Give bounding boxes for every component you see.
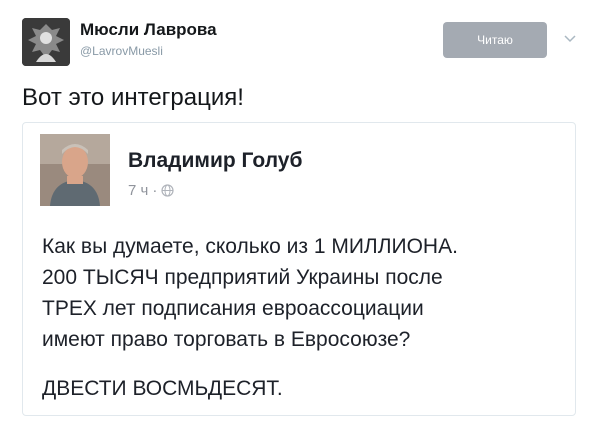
quoted-post-answer: ДВЕСТИ ВОСМЬДЕСЯТ. — [42, 377, 283, 400]
quoted-post-card[interactable]: Владимир Голуб 7 ч · Как вы думаете, ско… — [22, 122, 576, 416]
author-avatar[interactable] — [22, 18, 70, 66]
quoted-author-avatar[interactable] — [40, 134, 110, 206]
meta-separator: · — [152, 182, 158, 199]
author-handle[interactable]: @LavrovMuesli — [80, 44, 163, 58]
chevron-down-icon[interactable] — [562, 30, 578, 46]
quoted-post-body: Как вы думаете, сколько из 1 МИЛЛИОНА. 2… — [42, 231, 572, 355]
globe-icon — [161, 184, 174, 197]
post-time[interactable]: 7 ч — [128, 182, 148, 199]
quoted-post-meta: 7 ч · — [128, 182, 174, 199]
body-line: Как вы думаете, сколько из 1 МИЛЛИОНА. — [42, 235, 458, 258]
tweet-text: Вот это интеграция! — [22, 84, 244, 111]
author-name[interactable]: Мюсли Лаврова — [80, 20, 217, 40]
body-line: ТРЕХ лет подписания евроассоциации — [42, 297, 424, 320]
body-line: имеют право торговать в Евросоюзе? — [42, 328, 411, 351]
tweet: Мюсли Лаврова @LavrovMuesli Читаю Вот эт… — [0, 0, 600, 433]
quoted-author-name[interactable]: Владимир Голуб — [128, 149, 302, 173]
body-line: 200 ТЫСЯЧ предприятий Украины после — [42, 266, 443, 289]
follow-button[interactable]: Читаю — [443, 22, 547, 58]
